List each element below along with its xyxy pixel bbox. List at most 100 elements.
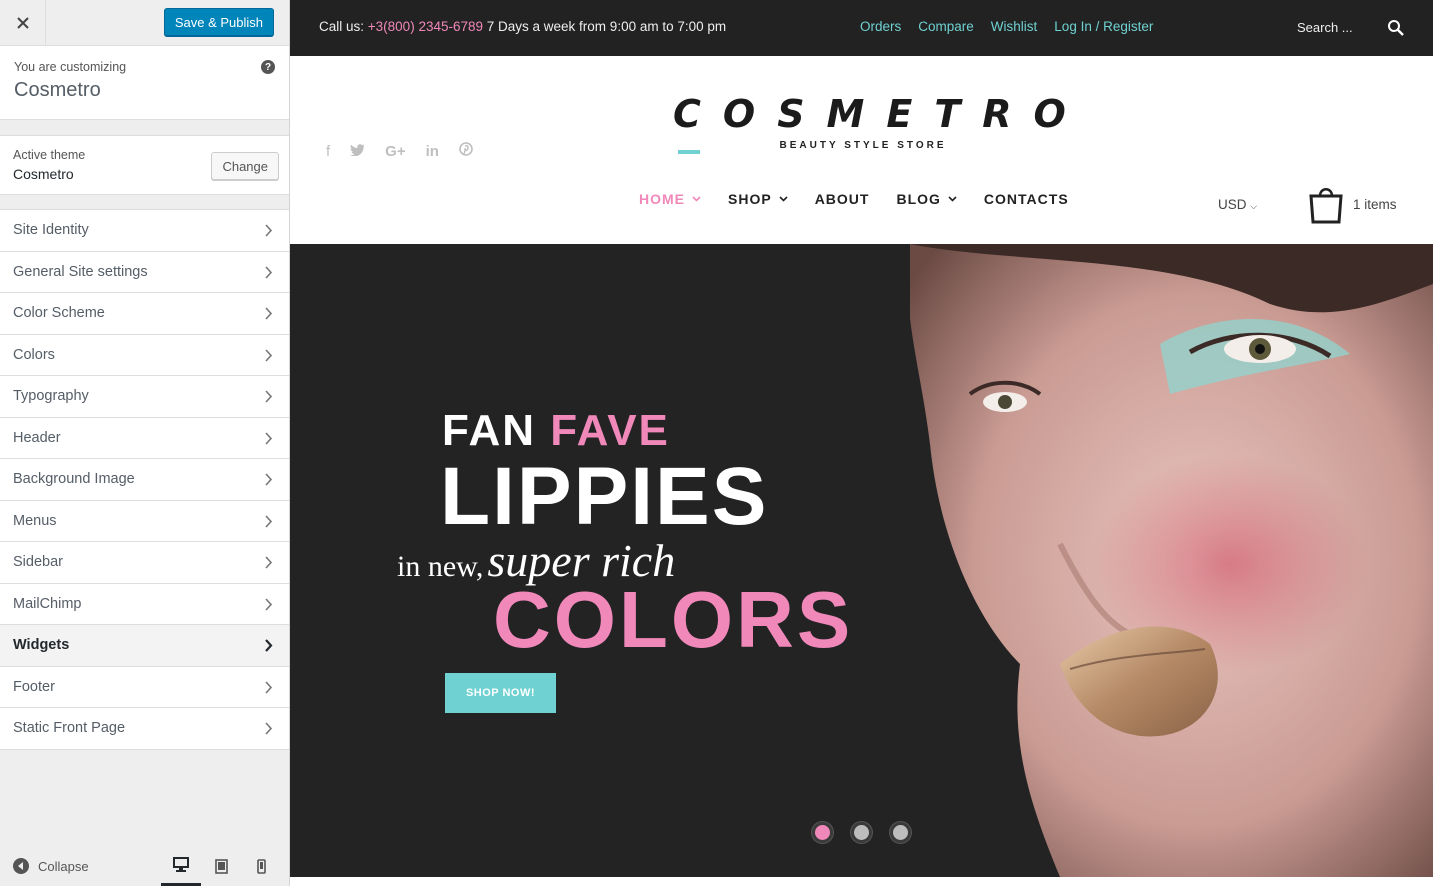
active-theme-panel: Active theme Cosmetro Change bbox=[0, 135, 289, 195]
section-label: Widgets bbox=[13, 637, 70, 654]
section-label: Menus bbox=[13, 512, 57, 529]
chevron-right-icon bbox=[265, 556, 273, 569]
section-sidebar[interactable]: Sidebar bbox=[0, 542, 289, 584]
change-theme-button[interactable]: Change bbox=[211, 152, 279, 180]
cart-count: 1 items bbox=[1353, 196, 1397, 212]
section-label: General Site settings bbox=[13, 263, 148, 280]
chevron-right-icon bbox=[265, 680, 273, 694]
hero-slider: FAN FAVE LIPPIES in new, super rich COLO… bbox=[290, 244, 1433, 877]
mobile-preview-button[interactable] bbox=[241, 846, 281, 886]
close-button[interactable] bbox=[0, 0, 46, 45]
chevron-right-icon bbox=[265, 431, 273, 445]
nav-item-contacts[interactable]: CONTACTS bbox=[984, 191, 1069, 207]
section-label: Colors bbox=[13, 346, 55, 363]
hero-fave: FAVE bbox=[550, 406, 670, 455]
section-label: Background Image bbox=[13, 471, 135, 488]
nav-label: HOME bbox=[639, 191, 685, 207]
section-site-identity[interactable]: Site Identity bbox=[0, 210, 289, 252]
tablet-preview-button[interactable] bbox=[201, 846, 241, 886]
model-face-image bbox=[910, 244, 1433, 877]
nav-label: ABOUT bbox=[814, 191, 870, 207]
chevron-down-icon bbox=[692, 194, 701, 204]
top-links: Orders Compare Wishlist Log In / Register bbox=[860, 19, 1153, 34]
top-link-compare[interactable]: Compare bbox=[918, 19, 974, 34]
section-widgets[interactable]: Widgets bbox=[0, 625, 289, 667]
section-label: Static Front Page bbox=[13, 720, 126, 737]
collapse-button[interactable]: Collapse bbox=[13, 858, 89, 874]
desktop-preview-button[interactable] bbox=[161, 846, 201, 886]
hero-fan: FAN bbox=[442, 406, 536, 455]
mini-cart[interactable]: 1 items bbox=[1309, 184, 1397, 224]
section-static-front-page[interactable]: Static Front Page bbox=[0, 708, 289, 750]
nav-item-about[interactable]: ABOUT bbox=[815, 191, 870, 207]
section-color-scheme[interactable]: Color Scheme bbox=[0, 293, 289, 335]
section-menus[interactable]: Menus bbox=[0, 500, 289, 542]
logo-accent-bar bbox=[678, 150, 700, 154]
top-link-log-in-register[interactable]: Log In / Register bbox=[1054, 19, 1153, 34]
section-list: Site Identity General Site settings Color … bbox=[0, 209, 289, 750]
currency-value: USD bbox=[1218, 197, 1247, 212]
slide-dot-2[interactable] bbox=[851, 822, 872, 843]
site-logo[interactable]: COSMETRO BEAUTY STYLE STORE bbox=[673, 92, 1088, 154]
slide-dot-1[interactable] bbox=[812, 822, 833, 843]
customizer-header: Save & Publish bbox=[0, 0, 289, 46]
chevron-right-icon bbox=[265, 390, 273, 403]
hero-line-1: FAN FAVE bbox=[442, 406, 670, 456]
slide-dot-3[interactable] bbox=[890, 822, 911, 843]
top-link-orders[interactable]: Orders bbox=[860, 19, 901, 34]
section-typography[interactable]: Typography bbox=[0, 376, 289, 418]
chevron-down-icon bbox=[779, 194, 788, 204]
chevron-down-icon bbox=[948, 194, 957, 204]
section-background-image[interactable]: Background Image bbox=[0, 459, 289, 501]
section-label: Site Identity bbox=[13, 222, 89, 239]
slider-pagination bbox=[812, 822, 911, 843]
nav-item-home[interactable]: HOME bbox=[639, 191, 701, 207]
section-label: Typography bbox=[13, 388, 89, 405]
hero-in-new: in new, bbox=[397, 550, 484, 583]
shop-now-button[interactable]: SHOP NOW! bbox=[445, 673, 556, 713]
phone-link[interactable]: +3(800) 2345-6789 bbox=[368, 19, 483, 34]
google-plus-icon[interactable]: G+ bbox=[385, 143, 405, 160]
chevron-right-icon bbox=[265, 348, 273, 362]
chevron-right-icon bbox=[265, 307, 273, 320]
site-preview: Call us: +3(800) 2345-6789 7 Days a week… bbox=[290, 0, 1433, 886]
chevron-down-icon: ⌵ bbox=[1250, 201, 1258, 211]
section-general-site-settings[interactable]: General Site settings bbox=[0, 251, 289, 293]
site-name: Cosmetro bbox=[14, 79, 101, 101]
nav-label: BLOG bbox=[896, 191, 941, 207]
customizing-label: You are customizing bbox=[14, 60, 127, 74]
currency-switcher[interactable]: USD ⌵ bbox=[1218, 197, 1257, 212]
main-navigation: HOME SHOP ABOUT BLOG CONTACTS bbox=[639, 191, 1069, 207]
nav-item-shop[interactable]: SHOP bbox=[728, 191, 788, 207]
chevron-right-icon bbox=[265, 597, 273, 611]
section-colors[interactable]: Colors bbox=[0, 334, 289, 376]
section-label: Header bbox=[13, 429, 61, 446]
hero-lippies: LIPPIES bbox=[440, 451, 769, 542]
twitter-icon[interactable] bbox=[350, 143, 366, 160]
working-hours: 7 Days a week from 9:00 am to 7:00 pm bbox=[486, 19, 727, 34]
facebook-icon[interactable]: f bbox=[326, 143, 330, 160]
section-label: Sidebar bbox=[13, 554, 63, 571]
section-footer[interactable]: Footer bbox=[0, 666, 289, 708]
linkedin-icon[interactable]: in bbox=[426, 143, 439, 160]
pinterest-icon[interactable] bbox=[459, 142, 473, 160]
section-mailchimp[interactable]: MailChimp bbox=[0, 583, 289, 625]
search-icon[interactable] bbox=[1387, 19, 1405, 37]
save-publish-button[interactable]: Save & Publish bbox=[163, 8, 274, 36]
tablet-icon bbox=[214, 858, 228, 874]
mobile-icon bbox=[256, 858, 266, 874]
section-header[interactable]: Header bbox=[0, 417, 289, 459]
nav-item-blog[interactable]: BLOG bbox=[896, 191, 957, 207]
logo-wordmark: COSMETRO bbox=[673, 92, 1088, 136]
search-input[interactable]: Search ... bbox=[1297, 20, 1353, 35]
customizer-footer: Collapse bbox=[0, 846, 289, 886]
top-link-wishlist[interactable]: Wishlist bbox=[991, 19, 1038, 34]
chevron-right-icon bbox=[265, 473, 273, 486]
chevron-right-icon bbox=[265, 722, 273, 735]
help-icon[interactable]: ? bbox=[261, 60, 275, 74]
nav-label: SHOP bbox=[728, 191, 772, 207]
nav-label: CONTACTS bbox=[983, 191, 1069, 207]
social-links: f G+ in bbox=[326, 142, 473, 160]
chevron-right-icon bbox=[265, 265, 273, 279]
desktop-icon bbox=[173, 857, 189, 872]
